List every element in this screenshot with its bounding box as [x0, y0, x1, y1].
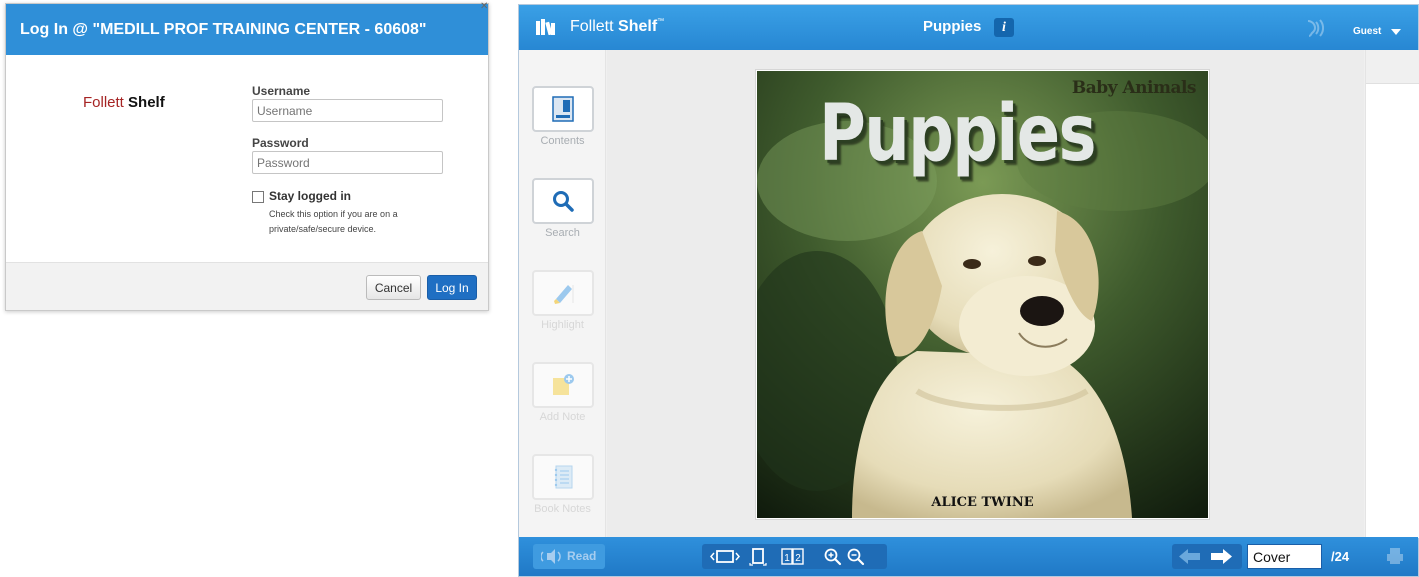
arrow-left-icon[interactable] [1179, 548, 1201, 565]
reader-bottom-bar: Read 1 2 Cover /24 [519, 537, 1418, 576]
trademark-mark: ™ [657, 18, 665, 25]
two-page-button[interactable]: 1 2 [781, 547, 805, 566]
login-dialog-footer: Cancel Log In [6, 262, 488, 310]
view-controls: 1 2 [702, 544, 887, 569]
follett-shelf-logo: Follett Shelf [83, 94, 165, 111]
cancel-button[interactable]: Cancel [366, 275, 421, 300]
username-input[interactable] [252, 99, 443, 122]
two-page-icon: 1 2 [781, 548, 804, 565]
book-title: Puppies [923, 18, 982, 35]
stay-logged-in-hint: Check this option if you are on a privat… [269, 209, 398, 234]
read-aloud-label: Read [567, 549, 597, 563]
cover-author-text: ALICE TWINE [931, 495, 1034, 510]
add-note-label: Add Note [539, 411, 586, 423]
zoom-out-icon [847, 548, 865, 566]
page-number-input[interactable] [1247, 544, 1322, 569]
highlighter-icon [554, 285, 574, 304]
zoom-in-button[interactable] [824, 547, 842, 566]
right-panel-tab[interactable] [1366, 50, 1419, 84]
brand-shelf-text: Shelf [618, 18, 658, 35]
stay-logged-in-label[interactable]: Stay logged in [269, 189, 351, 203]
zoom-in-icon [824, 548, 842, 566]
book-notes-label: Book Notes [534, 503, 591, 515]
bookshelf-icon [536, 19, 555, 35]
fit-page-button[interactable] [748, 547, 768, 566]
zoom-out-button[interactable] [847, 547, 865, 566]
fit-width-icon [710, 550, 740, 563]
brand-follett-text: Follett [570, 18, 614, 35]
magnifier-icon [553, 191, 574, 212]
highlight-button[interactable] [532, 270, 594, 316]
speaker-icon [541, 549, 561, 564]
arrow-right-icon[interactable] [1210, 548, 1232, 565]
fit-page-icon [749, 548, 767, 566]
fit-width-button[interactable] [710, 547, 740, 566]
search-label: Search [545, 227, 580, 239]
password-label: Password [252, 136, 309, 150]
print-icon[interactable] [1386, 547, 1404, 565]
cover-photo: Baby Animals Puppies ALICE TWINE [757, 71, 1208, 518]
audio-icon [1307, 19, 1324, 37]
contents-button[interactable] [532, 86, 594, 132]
info-button[interactable]: i [994, 18, 1014, 37]
add-note-button[interactable] [532, 362, 594, 408]
read-aloud-button[interactable]: Read [533, 544, 605, 569]
reader-brand: Follett Shelf™ [570, 18, 664, 36]
logo-follett-text: Follett [83, 94, 124, 111]
screen: Log In @ "MEDILL PROF TRAINING CENTER - … [0, 0, 1419, 577]
cover-title-text: Puppies [819, 89, 1097, 179]
user-menu[interactable]: Guest [1353, 26, 1381, 37]
book-cover-page: Baby Animals Puppies ALICE TWINE [755, 69, 1210, 520]
contents-label: Contents [540, 135, 585, 147]
caret-down-icon[interactable] [1391, 29, 1401, 35]
reader-top-bar: Follett Shelf™ Puppies i Guest [519, 5, 1418, 50]
login-dialog-title: Log In @ "MEDILL PROF TRAINING CENTER - … [6, 4, 488, 55]
sticky-note-add-icon [553, 374, 574, 395]
svg-text:2: 2 [795, 553, 801, 564]
book-notes-button[interactable] [532, 454, 594, 500]
highlight-label: Highlight [541, 319, 584, 331]
ebook-reader: Follett Shelf™ Puppies i Guest Contents … [518, 4, 1419, 577]
notebook-icon [554, 465, 573, 489]
reader-toolbar-sidebar: Contents Search Highlight Add Note Book … [519, 50, 606, 538]
login-dialog: Log In @ "MEDILL PROF TRAINING CENTER - … [5, 2, 489, 311]
page-total: /24 [1331, 549, 1350, 564]
search-button[interactable] [532, 178, 594, 224]
contents-icon [552, 96, 574, 122]
right-panel [1365, 50, 1419, 538]
page-viewport: Baby Animals Puppies ALICE TWINE [607, 50, 1364, 538]
page-navigation [1172, 544, 1242, 569]
stay-logged-in-checkbox[interactable] [252, 191, 264, 203]
username-label: Username [252, 84, 311, 98]
password-input[interactable] [252, 151, 443, 174]
logo-shelf-text: Shelf [128, 94, 165, 111]
close-icon[interactable]: ✕ [480, 2, 488, 12]
svg-text:1: 1 [784, 553, 790, 564]
login-button[interactable]: Log In [427, 275, 477, 300]
